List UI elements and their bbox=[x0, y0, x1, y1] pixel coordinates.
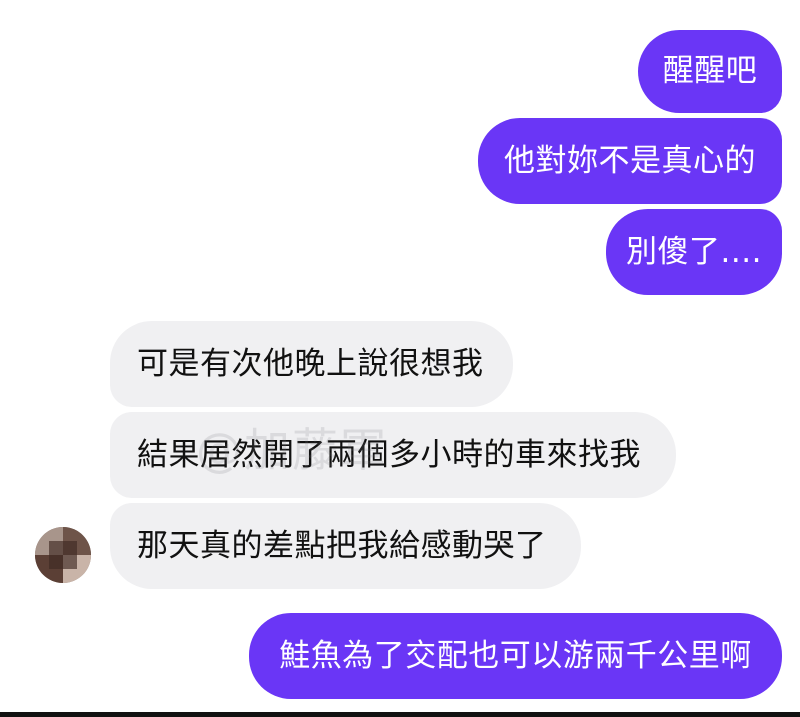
received-message-bubble[interactable]: 可是有次他晚上說很想我 bbox=[110, 321, 513, 407]
avatar-pixel bbox=[49, 541, 77, 569]
message-text: 那天真的差點把我給感動哭了 bbox=[137, 527, 547, 564]
message-text: 結果居然開了兩個多小時的車來找我 bbox=[137, 436, 641, 473]
message-text: 鮭魚為了交配也可以游兩千公里啊 bbox=[279, 637, 752, 674]
bottom-edge bbox=[0, 712, 800, 717]
message-text: 可是有次他晚上說很想我 bbox=[137, 345, 484, 382]
message-text: 他對妳不是真心的 bbox=[504, 142, 756, 179]
received-message-bubble[interactable]: 那天真的差點把我給感動哭了 bbox=[110, 503, 581, 589]
message-text: 醒醒吧 bbox=[662, 53, 758, 89]
sent-message-bubble[interactable]: 他對妳不是真心的 bbox=[478, 118, 782, 204]
sent-message-bubble[interactable]: 醒醒吧 bbox=[638, 30, 782, 113]
avatar[interactable] bbox=[35, 527, 91, 583]
sent-message-bubble[interactable]: 鮭魚為了交配也可以游兩千公里啊 bbox=[249, 613, 782, 699]
received-message-bubble[interactable]: 結果居然開了兩個多小時的車來找我 bbox=[110, 412, 676, 498]
message-text: 別傻了.... bbox=[626, 233, 762, 270]
sent-message-bubble[interactable]: 別傻了.... bbox=[606, 209, 782, 295]
